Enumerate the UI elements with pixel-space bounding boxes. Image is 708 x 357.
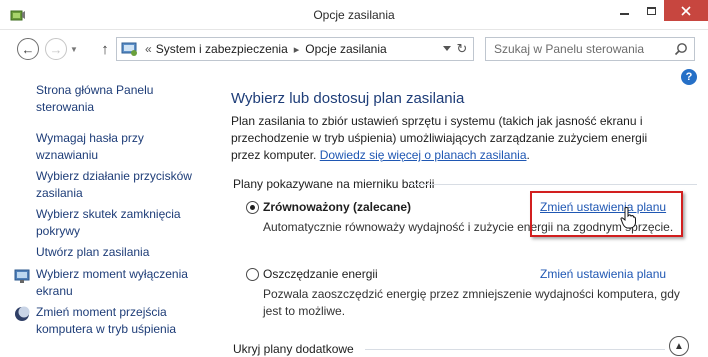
title-bar: Opcje zasilania (0, 0, 708, 30)
plan-power-saver-description: Pozwala zaoszczędzić energię przez zmnie… (263, 287, 680, 318)
monitor-icon (14, 269, 30, 283)
hide-additional-plans-label[interactable]: Ukryj plany dodatkowe (233, 342, 354, 356)
plan-power-saver-radio[interactable] (246, 268, 259, 281)
navigation-bar: ← → ▼ ↑ « System i zabezpieczenia ▸ Opcj… (0, 31, 708, 67)
search-icon[interactable] (674, 42, 688, 56)
close-button[interactable] (664, 0, 708, 21)
sidebar-link-display-off[interactable]: Wybierz moment wyłączenia ekranu (36, 266, 206, 300)
sidebar-link-power-buttons[interactable]: Wybierz działanie przycisków zasilania (36, 168, 206, 202)
section-title-battery-plans: Plany pokazywane na mierniku baterii (233, 177, 435, 191)
minimize-button[interactable] (611, 0, 637, 21)
search-box[interactable] (485, 37, 695, 61)
bottom-divider (365, 349, 665, 350)
learn-more-link[interactable]: Dowiedz się więcej o planach zasilania (320, 148, 527, 162)
arrow-right-icon: → (49, 41, 63, 57)
breadcrumb-system-security[interactable]: System i zabezpieczenia (156, 42, 288, 56)
plan-power-saver-change-link[interactable]: Zmień ustawienia planu (540, 267, 666, 281)
breadcrumb-overflow[interactable]: « (145, 42, 152, 56)
page-title: Wybierz lub dostosuj plan zasilania (231, 90, 465, 107)
forward-button[interactable]: → (45, 38, 67, 60)
breadcrumb-separator-icon[interactable]: ▸ (294, 43, 300, 56)
arrow-up-icon: ↑ (101, 40, 109, 58)
plan-balanced-radio[interactable] (246, 201, 259, 214)
sidebar-link-lid-close[interactable]: Wybierz skutek zamknięcia pokrywy (36, 206, 206, 240)
breadcrumb-power-options[interactable]: Opcje zasilania (305, 42, 386, 56)
recent-locations-button[interactable]: ▼ (68, 43, 80, 55)
highlight-annotation (530, 191, 683, 237)
section-divider (411, 184, 697, 185)
sidebar: Strona główna Panelu sterowania Wymagaj … (0, 68, 215, 357)
arrow-left-icon: ← (21, 41, 35, 57)
sidebar-link-control-panel-home[interactable]: Strona główna Panelu sterowania (36, 82, 206, 116)
hand-cursor-icon (620, 207, 636, 229)
collapse-plans-button[interactable]: ▲ (669, 336, 689, 356)
address-dropdown-icon[interactable] (443, 46, 451, 51)
help-icon[interactable]: ? (681, 69, 697, 85)
window-title: Opcje zasilania (313, 8, 395, 22)
intro-end: . (526, 148, 530, 162)
address-bar[interactable]: « System i zabezpieczenia ▸ Opcje zasila… (116, 37, 474, 61)
back-button[interactable]: ← (17, 38, 39, 60)
chevron-down-icon: ▼ (70, 44, 78, 54)
control-panel-icon (121, 42, 137, 56)
refresh-icon[interactable]: ↻ (453, 40, 471, 58)
maximize-button[interactable] (638, 0, 664, 21)
chevron-up-icon: ▲ (674, 340, 684, 352)
maximize-icon (646, 6, 656, 15)
moon-icon (15, 306, 30, 321)
minimize-icon (619, 12, 629, 15)
intro-text: Plan zasilania to zbiór ustawień sprzętu… (231, 113, 671, 164)
up-button[interactable]: ↑ (94, 38, 116, 60)
plan-balanced-name[interactable]: Zrównoważony (zalecane) (263, 200, 411, 214)
plan-power-saver-name[interactable]: Oszczędzanie energii (263, 267, 378, 281)
close-icon (681, 5, 691, 16)
sidebar-link-require-password[interactable]: Wymagaj hasła przy wznawianiu (36, 130, 206, 164)
search-input[interactable] (494, 42, 664, 56)
sidebar-link-sleep-time[interactable]: Zmień moment przejścia komputera w tryb … (36, 304, 206, 338)
sidebar-link-create-plan[interactable]: Utwórz plan zasilania (36, 244, 206, 261)
